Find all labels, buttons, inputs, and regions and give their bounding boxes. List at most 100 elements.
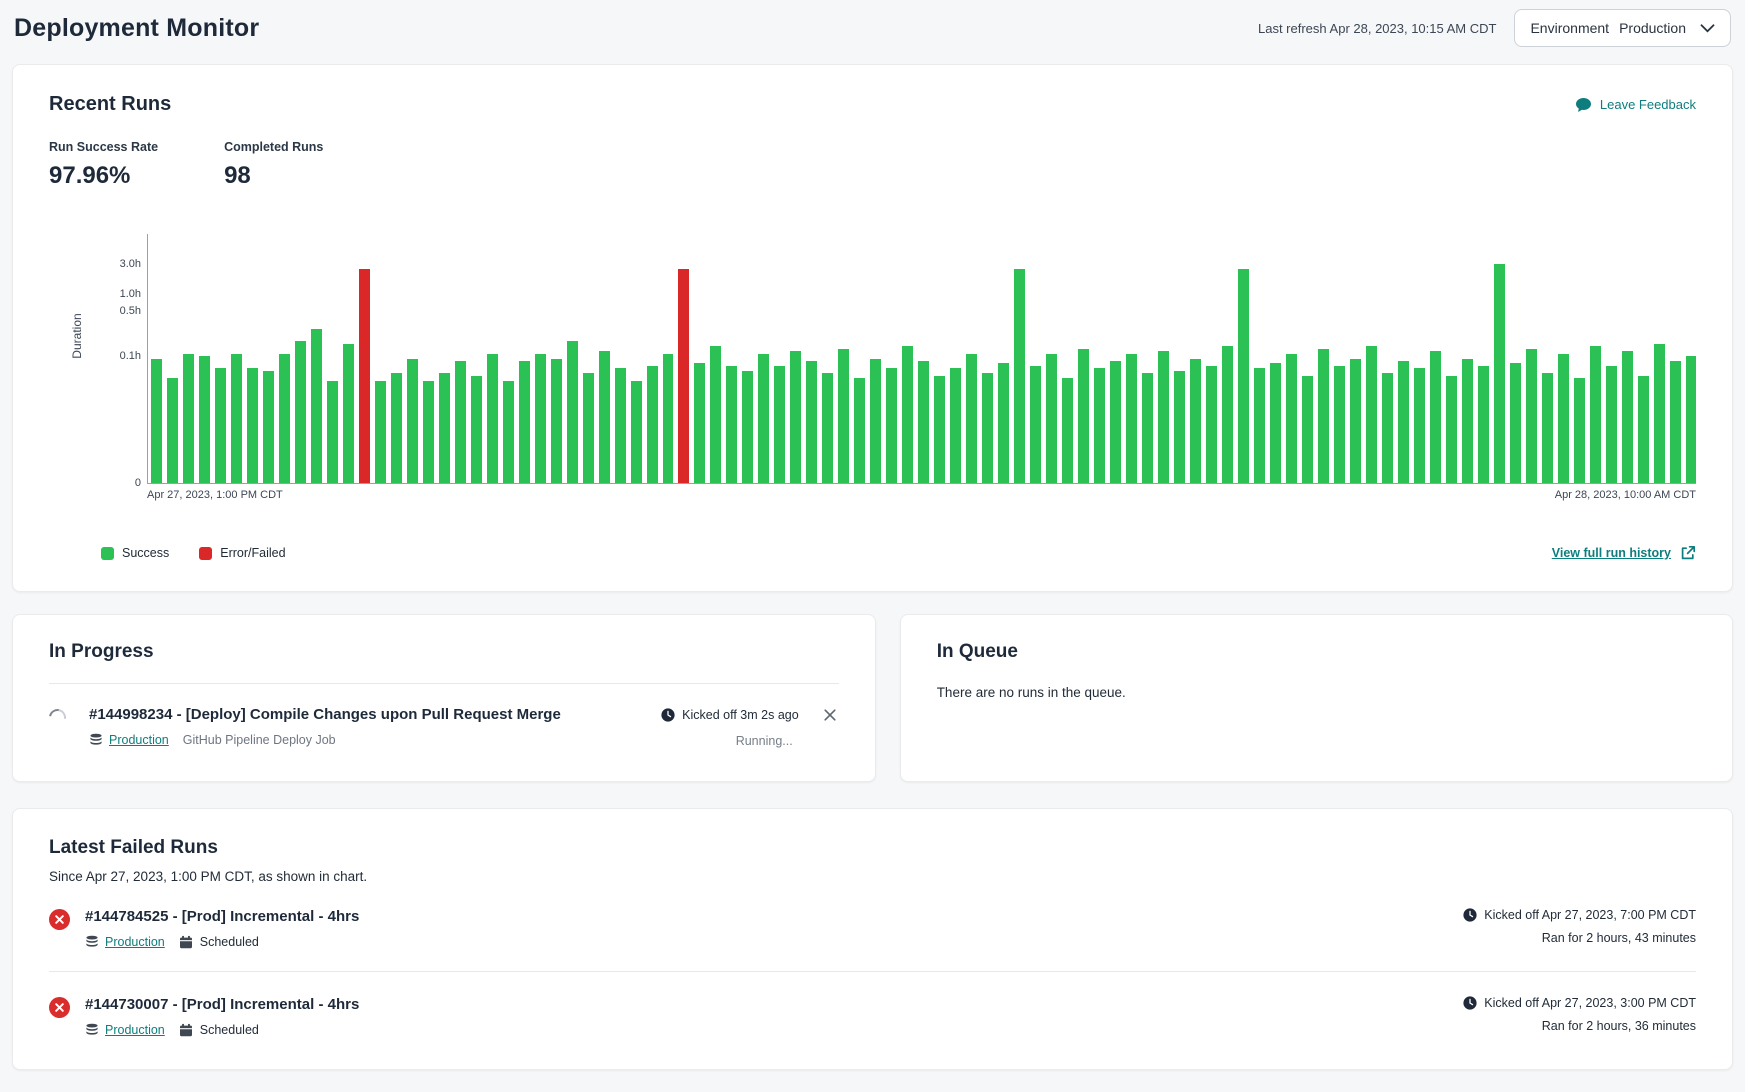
chart-bar-success[interactable] [215,368,226,483]
chart-bar-success[interactable] [1302,376,1313,483]
chart-bar-success[interactable] [663,354,674,483]
chart-bar-success[interactable] [1078,349,1089,483]
chart-bar-success[interactable] [1686,356,1697,483]
cancel-run-button[interactable] [821,706,839,724]
chart-bar-success[interactable] [167,378,178,483]
chart-bar-error[interactable] [678,269,689,483]
chart-bar-success[interactable] [535,354,546,483]
chart-bar-success[interactable] [1318,349,1329,483]
chart-bar-success[interactable] [455,361,466,483]
chart-bar-success[interactable] [1590,346,1601,483]
chart-bar-success[interactable] [199,356,210,483]
chart-bar-success[interactable] [1190,359,1201,484]
chart-bar-success[interactable] [1158,351,1169,483]
chart-bar-success[interactable] [1606,366,1617,483]
chart-bar-success[interactable] [1174,371,1185,483]
chart-bar-success[interactable] [1430,351,1441,483]
chart-bar-success[interactable] [631,381,642,483]
chart-bar-success[interactable] [1238,269,1249,483]
chart-bar-error[interactable] [359,269,370,483]
chart-bar-success[interactable] [1334,366,1345,483]
environment-link[interactable]: Production [85,935,165,949]
chart-bar-success[interactable] [1382,373,1393,483]
chart-bar-success[interactable] [854,378,865,483]
chart-bar-success[interactable] [423,381,434,483]
chart-bar-success[interactable] [487,354,498,483]
chart-bar-success[interactable] [1110,361,1121,483]
chart-bar-success[interactable] [615,368,626,483]
chart-bar-success[interactable] [311,329,322,483]
chart-bar-success[interactable] [1654,344,1665,483]
chart-bar-success[interactable] [1574,378,1585,483]
chart-bar-success[interactable] [407,359,418,484]
chart-bar-success[interactable] [231,354,242,483]
chart-bar-success[interactable] [263,371,274,483]
chart-bar-success[interactable] [343,344,354,483]
chart-bar-success[interactable] [1622,351,1633,483]
chart-bar-success[interactable] [710,346,721,483]
chart-bar-success[interactable] [1478,366,1489,483]
chart-bar-success[interactable] [247,368,258,483]
chart-bar-success[interactable] [902,346,913,483]
chart-bar-success[interactable] [1638,376,1649,483]
chart-bar-success[interactable] [1542,373,1553,483]
chart-bar-success[interactable] [1510,363,1521,483]
chart-bar-success[interactable] [439,373,450,483]
chart-bar-success[interactable] [838,349,849,483]
chart-bar-success[interactable] [295,341,306,483]
chart-bar-success[interactable] [1222,346,1233,483]
chart-bar-success[interactable] [1446,376,1457,483]
chart-bar-success[interactable] [950,368,961,483]
chart-bar-success[interactable] [1030,366,1041,483]
chart-bar-success[interactable] [583,373,594,483]
chart-bar-success[interactable] [918,361,929,483]
chart-bar-success[interactable] [1126,354,1137,483]
environment-link[interactable]: Production [85,1023,165,1037]
chart-bar-success[interactable] [151,359,162,484]
chart-bar-success[interactable] [726,366,737,483]
chart-bar-success[interactable] [1670,361,1681,483]
chart-bar-success[interactable] [822,373,833,483]
chart-bar-success[interactable] [647,366,658,483]
chart-bar-success[interactable] [1270,363,1281,483]
leave-feedback-link[interactable]: Leave Feedback [1575,97,1696,113]
chart-bar-success[interactable] [1350,359,1361,484]
environment-link[interactable]: Production [89,733,169,747]
environment-selector[interactable]: Environment Production [1514,9,1731,47]
chart-bar-success[interactable] [1014,269,1025,483]
chart-bar-success[interactable] [391,373,402,483]
chart-bar-success[interactable] [998,363,1009,483]
chart-bar-success[interactable] [327,381,338,483]
chart-bar-success[interactable] [183,354,194,483]
chart-bar-success[interactable] [886,368,897,483]
view-full-run-history-link[interactable]: View full run history [1552,545,1696,561]
chart-bar-success[interactable] [551,359,562,484]
chart-bar-success[interactable] [567,341,578,483]
chart-bar-success[interactable] [599,351,610,483]
chart-bar-success[interactable] [1206,366,1217,483]
chart-bar-success[interactable] [870,359,881,484]
chart-bar-success[interactable] [1062,378,1073,483]
chart-bar-success[interactable] [966,354,977,483]
chart-bar-success[interactable] [1366,346,1377,483]
chart-bar-success[interactable] [1254,368,1265,483]
chart-bar-success[interactable] [790,351,801,483]
chart-bar-success[interactable] [1398,361,1409,483]
chart-bar-success[interactable] [375,381,386,483]
chart-bar-success[interactable] [1046,354,1057,483]
chart-bar-success[interactable] [471,376,482,483]
chart-bar-success[interactable] [758,354,769,483]
chart-bar-success[interactable] [694,363,705,483]
chart-bar-success[interactable] [1286,354,1297,483]
chart-bar-success[interactable] [806,361,817,483]
chart-bar-success[interactable] [982,373,993,483]
chart-bar-success[interactable] [519,361,530,483]
chart-bar-success[interactable] [1462,359,1473,484]
chart-bar-success[interactable] [279,354,290,483]
chart-bar-success[interactable] [934,376,945,483]
chart-bar-success[interactable] [503,381,514,483]
chart-bar-success[interactable] [742,371,753,483]
chart-bar-success[interactable] [1494,264,1505,483]
chart-bar-success[interactable] [1094,368,1105,483]
chart-bar-success[interactable] [1526,349,1537,483]
